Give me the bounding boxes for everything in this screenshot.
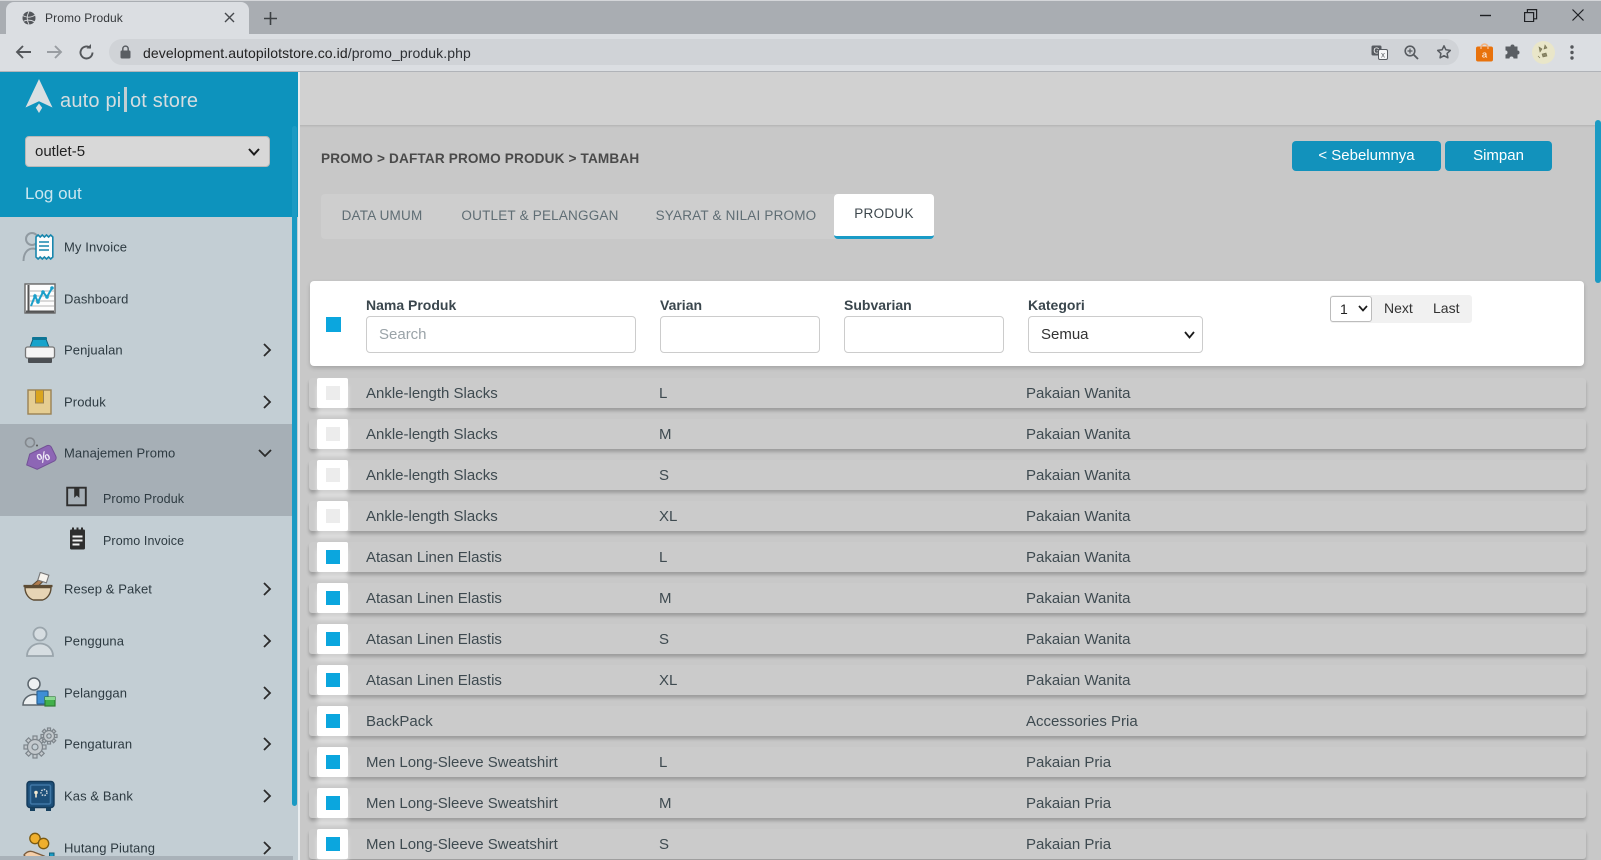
svg-text:x: x [1381,50,1385,59]
svg-text:a: a [1482,50,1488,61]
